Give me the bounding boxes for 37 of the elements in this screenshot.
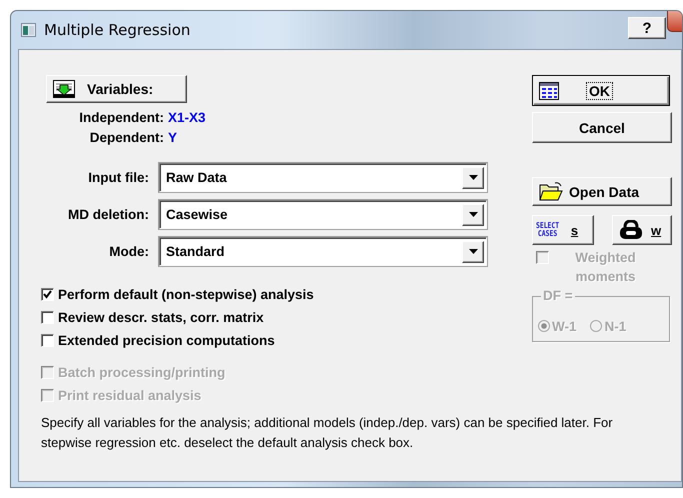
option-label: Print residual analysis — [58, 388, 202, 403]
folder-icon — [539, 182, 563, 202]
open-data-button[interactable]: Open Data — [532, 177, 672, 206]
variables-icon — [53, 80, 75, 98]
select-cases-icon: SELECT CASES — [536, 222, 560, 238]
checkbox[interactable] — [41, 311, 54, 324]
option-label: Perform default (non-stepwise) analysis — [58, 287, 314, 302]
group-label: DF = — [541, 288, 575, 303]
radio-label: N-1 — [604, 318, 626, 334]
spreadsheet-icon — [539, 82, 559, 100]
dropdown[interactable]: Raw Data — [159, 163, 487, 192]
variables-button[interactable]: Variables: — [46, 75, 187, 103]
variable-label: Dependent: — [88, 130, 164, 145]
weight-button[interactable]: w — [612, 215, 672, 245]
option-label: Weighted moments — [574, 249, 637, 286]
option-label: Review descr. stats, corr. matrix — [58, 310, 264, 325]
checkbox[interactable] — [41, 288, 54, 301]
window-title: Multiple Regression — [44, 21, 190, 39]
variable-value: X1-X3 — [168, 110, 207, 125]
cancel-button[interactable]: Cancel — [532, 112, 672, 143]
help-button[interactable]: ? — [628, 17, 666, 39]
field-label: MD deletion: — [67, 207, 149, 222]
field-label: Input file: — [87, 170, 149, 185]
field-label: Mode: — [108, 244, 149, 259]
dropdown[interactable]: Standard — [159, 237, 487, 266]
dropdown[interactable]: Casewise — [159, 200, 487, 229]
variable-value: Y — [168, 130, 178, 145]
option-label: Extended precision computations — [58, 333, 275, 348]
variable-label: Independent: — [78, 110, 164, 125]
option-label: Batch processing/printing — [58, 365, 226, 380]
ok-button[interactable]: OK — [532, 75, 670, 106]
window-icon — [21, 23, 36, 37]
select-cases-button[interactable]: SELECT CASES s — [532, 215, 594, 245]
instruction-text: Specify all variables for the analysis; additional models (indep./dep. vars) can be specified later. For stepwise regression etc. deselect the default analysis check box. — [41, 414, 614, 452]
weight-icon — [619, 220, 643, 240]
radio-label: W-1 — [552, 318, 576, 334]
checkbox[interactable] — [41, 334, 54, 347]
